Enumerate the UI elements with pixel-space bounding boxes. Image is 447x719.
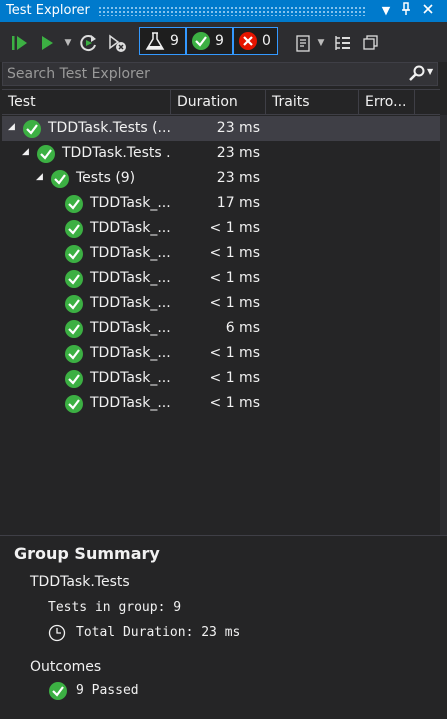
test-name: TDDTask.Tests (...	[48, 120, 171, 136]
run-dropdown-icon[interactable]: ▼	[62, 33, 74, 53]
passed-icon	[192, 32, 210, 50]
passed-count: 9	[215, 33, 224, 49]
test-name: TDDTask_...	[90, 220, 171, 236]
pin-icon[interactable]	[398, 2, 414, 20]
run-icon[interactable]	[38, 33, 56, 53]
collapse-all-icon[interactable]	[360, 33, 382, 53]
column-test[interactable]: Test	[2, 90, 171, 114]
group-summary-pane: Group Summary TDDTask.Tests Tests in gro…	[0, 536, 447, 719]
run-all-icon[interactable]	[8, 33, 30, 53]
test-name: TDDTask_...	[90, 295, 171, 311]
passed-icon	[36, 144, 56, 168]
tree-group-row[interactable]: ◢ TDDTask.Tests (... 23 ms	[2, 116, 440, 141]
cancel-run-icon[interactable]	[106, 33, 128, 53]
test-duration: 17 ms	[216, 195, 260, 211]
passed-icon	[50, 169, 70, 193]
test-name: TDDTask_...	[90, 270, 171, 286]
test-duration: < 1 ms	[209, 295, 260, 311]
group-by-icon[interactable]	[332, 33, 354, 53]
test-duration: < 1 ms	[209, 370, 260, 386]
summary-group-name: TDDTask.Tests	[30, 574, 130, 590]
passed-icon	[64, 219, 84, 243]
column-error[interactable]: Erro...	[359, 90, 415, 114]
test-row[interactable]: TDDTask_... < 1 ms	[2, 366, 440, 391]
test-row[interactable]: TDDTask_... < 1 ms	[2, 216, 440, 241]
passed-icon	[64, 394, 84, 418]
test-name: TDDTask_...	[90, 320, 171, 336]
test-name: Tests (9)	[76, 170, 136, 186]
test-tree: ◢ TDDTask.Tests (... 23 ms ◢ TDDTask.Tests .…	[2, 115, 440, 535]
flask-icon	[145, 32, 165, 50]
passed-icon	[64, 194, 84, 218]
test-name: TDDTask_...	[90, 245, 171, 261]
test-name: TDDTask_...	[90, 195, 171, 211]
passed-icon	[64, 369, 84, 393]
passed-icon	[22, 119, 42, 143]
outcomes-label: Outcomes	[30, 659, 102, 675]
dropdown-icon[interactable]: ▼	[378, 2, 394, 20]
test-name: TDDTask_...	[90, 370, 171, 386]
test-duration: 23 ms	[216, 170, 260, 186]
playlist-icon[interactable]	[292, 33, 314, 53]
search-icon[interactable]	[408, 65, 426, 87]
toolbar: ▼ 9 9 0 ▼	[0, 22, 447, 62]
search-box: ▼	[2, 62, 438, 86]
test-duration: 23 ms	[216, 145, 260, 161]
close-icon[interactable]	[420, 2, 436, 20]
playlist-dropdown-icon[interactable]: ▼	[316, 33, 326, 53]
vertical-scrollbar[interactable]	[440, 115, 447, 535]
title-grip[interactable]	[98, 6, 366, 16]
test-duration: < 1 ms	[209, 220, 260, 236]
passed-icon	[64, 344, 84, 368]
failed-count: 0	[262, 33, 271, 49]
passed-outcome[interactable]: 9 Passed	[76, 683, 139, 698]
total-count: 9	[170, 33, 179, 49]
failed-icon	[239, 32, 257, 50]
repeat-run-icon[interactable]	[78, 33, 100, 53]
test-row[interactable]: TDDTask_... < 1 ms	[2, 241, 440, 266]
failed-tests-filter[interactable]: 0	[233, 27, 278, 55]
window-title: Test Explorer	[6, 3, 90, 18]
test-duration: < 1 ms	[209, 245, 260, 261]
tree-group-row[interactable]: ◢ TDDTask.Tests . 23 ms	[2, 141, 440, 166]
test-row[interactable]: TDDTask_... < 1 ms	[2, 341, 440, 366]
column-header: Test Duration Traits Erro...	[2, 89, 440, 115]
passed-icon	[64, 319, 84, 343]
total-tests-filter[interactable]: 9	[139, 27, 186, 55]
title-bar: Test Explorer ▼	[0, 0, 447, 22]
clock-icon	[48, 624, 66, 646]
test-row[interactable]: TDDTask_... 6 ms	[2, 316, 440, 341]
passed-icon	[64, 294, 84, 318]
column-traits[interactable]: Traits	[266, 90, 359, 114]
test-duration: < 1 ms	[209, 395, 260, 411]
test-row[interactable]: TDDTask_... < 1 ms	[2, 291, 440, 316]
tree-group-row[interactable]: ◢ Tests (9) 23 ms	[2, 166, 440, 191]
passed-tests-filter[interactable]: 9	[186, 27, 233, 55]
expand-arrow-icon[interactable]: ◢	[36, 172, 43, 182]
expand-arrow-icon[interactable]: ◢	[8, 122, 15, 132]
test-row[interactable]: TDDTask_... < 1 ms	[2, 266, 440, 291]
test-duration: 6 ms	[225, 320, 260, 336]
test-row[interactable]: TDDTask_... < 1 ms	[2, 391, 440, 416]
test-duration: < 1 ms	[209, 345, 260, 361]
test-duration: 23 ms	[216, 120, 260, 136]
column-duration[interactable]: Duration	[171, 90, 266, 114]
test-duration: < 1 ms	[209, 270, 260, 286]
passed-icon	[64, 244, 84, 268]
total-duration: Total Duration: 23 ms	[76, 625, 241, 640]
test-name: TDDTask.Tests .	[62, 145, 171, 161]
test-row[interactable]: TDDTask_... 17 ms	[2, 191, 440, 216]
expand-arrow-icon[interactable]: ◢	[22, 147, 29, 157]
search-options-icon[interactable]: ▼	[427, 67, 433, 76]
test-name: TDDTask_...	[90, 395, 171, 411]
passed-outcome-icon	[48, 681, 68, 705]
search-input[interactable]	[7, 65, 397, 83]
summary-title: Group Summary	[14, 544, 160, 563]
test-name: TDDTask_...	[90, 345, 171, 361]
passed-icon	[64, 269, 84, 293]
tests-in-group: Tests in group: 9	[48, 600, 182, 615]
